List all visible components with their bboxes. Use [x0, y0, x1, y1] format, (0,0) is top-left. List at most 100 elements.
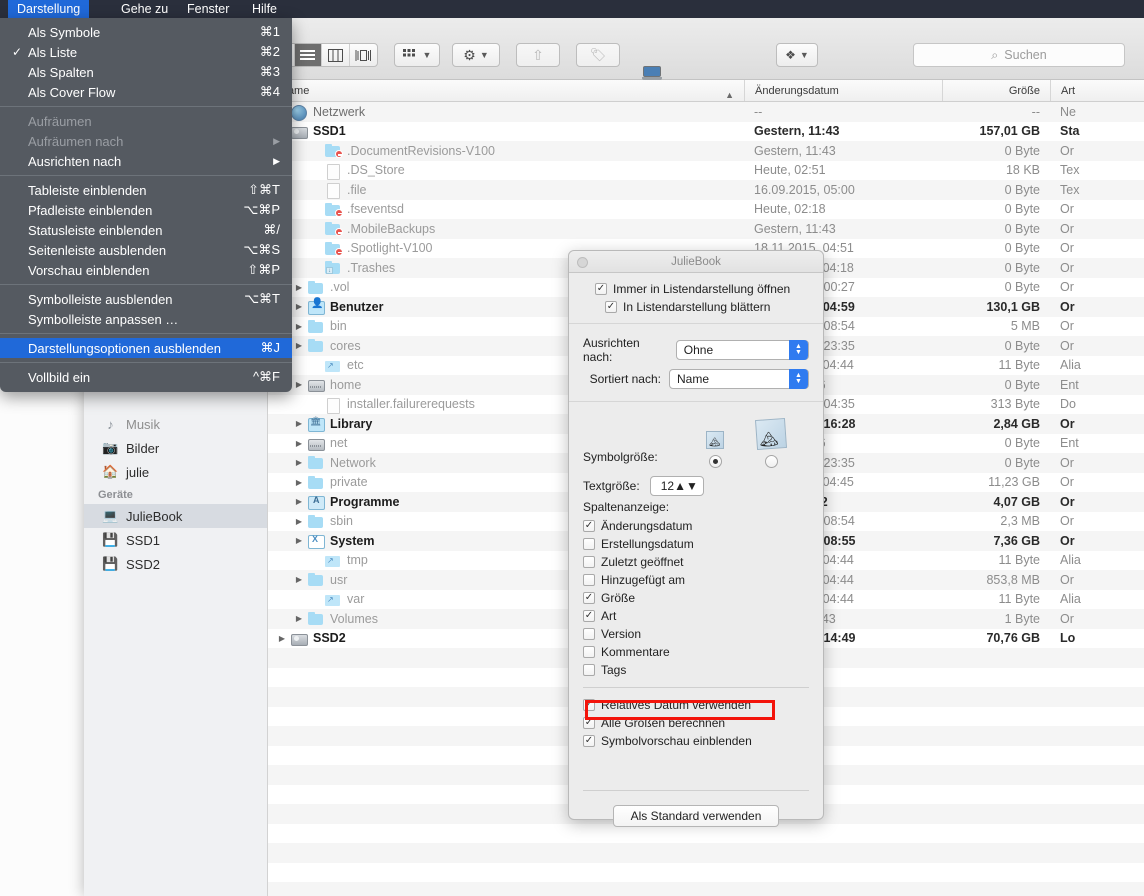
menu-fenster[interactable]: Fenster [178, 0, 238, 18]
share-button[interactable]: ⇧ [516, 43, 560, 67]
sidebar-item-ssd1[interactable]: 💾 SSD1 [84, 528, 267, 552]
radio-large[interactable] [764, 455, 778, 468]
table-row[interactable]: .DS_Store Heute, 02:51 18 KB Tex [268, 161, 1144, 181]
sidebar-item-ssd2[interactable]: 💾 SSD2 [84, 552, 267, 576]
file-name-cell: .file [268, 182, 744, 200]
disclosure-triangle-icon[interactable]: ▶ [291, 458, 307, 467]
column-option-checkbox[interactable]: ✓ Art [583, 607, 809, 625]
text-size-select[interactable]: 12 ▲▼ [649, 476, 704, 496]
file-name-label: .MobileBackups [347, 221, 436, 236]
disclosure-triangle-icon[interactable]: ▶ [291, 341, 307, 350]
column-header-art[interactable]: Art [1050, 80, 1144, 101]
column-header-name[interactable]: Name ▲ [268, 80, 744, 101]
menu-hilfe[interactable]: Hilfe [243, 0, 286, 18]
column-option-checkbox[interactable]: Zuletzt geöffnet [583, 553, 809, 571]
menu-item-label: Pfadleiste einblenden [28, 202, 153, 218]
disclosure-triangle-icon[interactable]: ▶ [291, 322, 307, 331]
icon-size-small-option[interactable] [687, 431, 743, 468]
menu-item[interactable]: Als Symbole ⌘1 [0, 22, 292, 42]
file-name-label: cores [330, 338, 361, 353]
share-icon: ⇧ [532, 46, 544, 63]
menu-item[interactable]: Pfadleiste einblenden ⌥⌘P [0, 200, 292, 220]
column-view-button[interactable] [322, 44, 350, 66]
disclosure-triangle-icon[interactable]: ▶ [291, 419, 307, 428]
column-option-checkbox[interactable]: ✓ Änderungsdatum [583, 517, 809, 535]
stepper-icon[interactable]: ▲▼ [789, 340, 808, 360]
view-options-popups: Ausrichten nach: Ohne ▲ ▼ Sortiert nach: … [569, 324, 823, 402]
table-row[interactable]: .fseventsd Heute, 02:18 0 Byte Or [268, 200, 1144, 220]
disclosure-triangle-icon[interactable]: ▶ [291, 575, 307, 584]
column-header-date[interactable]: Änderungsdatum [744, 80, 942, 101]
stepper-icon[interactable]: ▲▼ [789, 369, 808, 389]
file-kind-cell: Or [1060, 202, 1074, 217]
table-row[interactable]: ▼SSD1 Gestern, 11:43 157,01 GB Sta [268, 122, 1144, 142]
use-as-default-button[interactable]: Als Standard verwenden [613, 805, 779, 827]
arrange-by-select[interactable]: Ohne ▲ ▼ [675, 340, 809, 360]
checkbox-label: Hinzugefügt am [601, 573, 686, 587]
column-header-size[interactable]: Größe [942, 80, 1050, 101]
view-option-checkbox[interactable]: ✓ Relatives Datum verwenden [583, 696, 809, 714]
menu-item[interactable]: Als Cover Flow ⌘4 [0, 82, 292, 102]
column-option-checkbox[interactable]: Kommentare [583, 643, 809, 661]
menu-item[interactable]: ✓ Als Liste ⌘2 [0, 42, 292, 62]
close-button[interactable] [577, 257, 588, 268]
column-option-checkbox[interactable]: Version [583, 625, 809, 643]
table-row[interactable]: .DocumentRevisions-V100 Gestern, 11:43 0 B… [268, 141, 1144, 161]
checkbox-open-in-list-view[interactable]: ✓ Immer in Listendarstellung öffnen [583, 280, 809, 298]
arrange-button[interactable]: ▼ [394, 43, 440, 67]
disclosure-triangle-icon[interactable]: ▶ [291, 380, 307, 389]
file-kind-cell: Or [1060, 280, 1074, 295]
table-row[interactable]: ▶Netzwerk -- -- Ne [268, 102, 1144, 122]
table-row[interactable]: .MobileBackups Gestern, 11:43 0 Byte Or [268, 219, 1144, 239]
column-option-checkbox[interactable]: Tags [583, 661, 809, 679]
disclosure-triangle-icon[interactable]: ▶ [291, 517, 307, 526]
checkbox-browse-in-list-view[interactable]: ✓ In Listendarstellung blättern [583, 298, 809, 316]
menu-item[interactable]: Darstellungsoptionen ausblenden ⌘J [0, 338, 292, 358]
file-date-cell: Gestern, 11:43 [754, 221, 836, 236]
file-size-cell: 5 MB [1010, 319, 1040, 334]
file-size-cell: 2,3 MB [1000, 514, 1040, 529]
icon-size-large-option[interactable] [743, 417, 799, 468]
checkbox-box [583, 574, 595, 586]
menu-item[interactable]: Symbolleiste ausblenden ⌥⌘T [0, 289, 292, 309]
divider [583, 790, 809, 791]
view-option-checkbox[interactable]: ✓ Alle Größen berechnen [583, 714, 809, 732]
column-option-checkbox[interactable]: Erstellungsdatum [583, 535, 809, 553]
menu-item[interactable]: Als Spalten ⌘3 [0, 62, 292, 82]
view-option-checkbox[interactable]: ✓ Symbolvorschau einblenden [583, 732, 809, 750]
menu-gehe-zu[interactable]: Gehe zu [112, 0, 177, 18]
menu-item[interactable]: Tableiste einblenden ⇧⌘T [0, 180, 292, 200]
coverflow-view-button[interactable] [350, 44, 377, 66]
table-row[interactable]: .file 16.09.2015, 05:00 0 Byte Tex [268, 180, 1144, 200]
disclosure-triangle-icon[interactable]: ▶ [291, 302, 307, 311]
disclosure-triangle-icon[interactable]: ▶ [291, 536, 307, 545]
sort-by-select[interactable]: Name ▲ ▼ [669, 369, 809, 389]
dropbox-button[interactable]: ❖ ▼ [776, 43, 818, 67]
stepper-icon[interactable]: ▲▼ [674, 479, 698, 493]
radio-small[interactable] [708, 455, 722, 468]
disclosure-triangle-icon[interactable]: ▶ [274, 634, 290, 643]
menu-item[interactable]: Statusleiste einblenden ⌘/ [0, 220, 292, 240]
menu-item[interactable]: Vorschau einblenden ⇧⌘P [0, 260, 292, 280]
sidebar-item-bilder[interactable]: 📷 Bilder [84, 436, 267, 460]
disclosure-triangle-icon[interactable]: ▶ [291, 478, 307, 487]
menu-darstellung[interactable]: Darstellung [8, 0, 90, 18]
menu-item[interactable]: Vollbild ein ^⌘F [0, 367, 292, 387]
library-folder-icon [307, 416, 325, 433]
menu-item[interactable]: Seitenleiste ausblenden ⌥⌘S [0, 240, 292, 260]
list-view-button[interactable] [294, 44, 322, 66]
menu-item[interactable]: Ausrichten nach ▶ [0, 151, 292, 171]
tag-button[interactable]: 🏷 [576, 43, 620, 67]
action-gear-button[interactable]: ⚙ ▼ [452, 43, 500, 67]
sidebar-item-julie[interactable]: 🏠 julie [84, 460, 267, 484]
menu-item[interactable]: Symbolleiste anpassen … [0, 309, 292, 329]
disclosure-triangle-icon[interactable]: ▶ [291, 497, 307, 506]
column-option-checkbox[interactable]: ✓ Größe [583, 589, 809, 607]
sidebar-item-musik[interactable]: ♪ Musik [84, 412, 267, 436]
search-input[interactable]: ⌕ Suchen [913, 43, 1125, 67]
disclosure-triangle-icon[interactable]: ▶ [291, 439, 307, 448]
sidebar-item-juliebook[interactable]: 💻 JulieBook [84, 504, 267, 528]
column-option-checkbox[interactable]: Hinzugefügt am [583, 571, 809, 589]
disclosure-triangle-icon[interactable]: ▶ [291, 614, 307, 623]
disclosure-triangle-icon[interactable]: ▶ [291, 283, 307, 292]
